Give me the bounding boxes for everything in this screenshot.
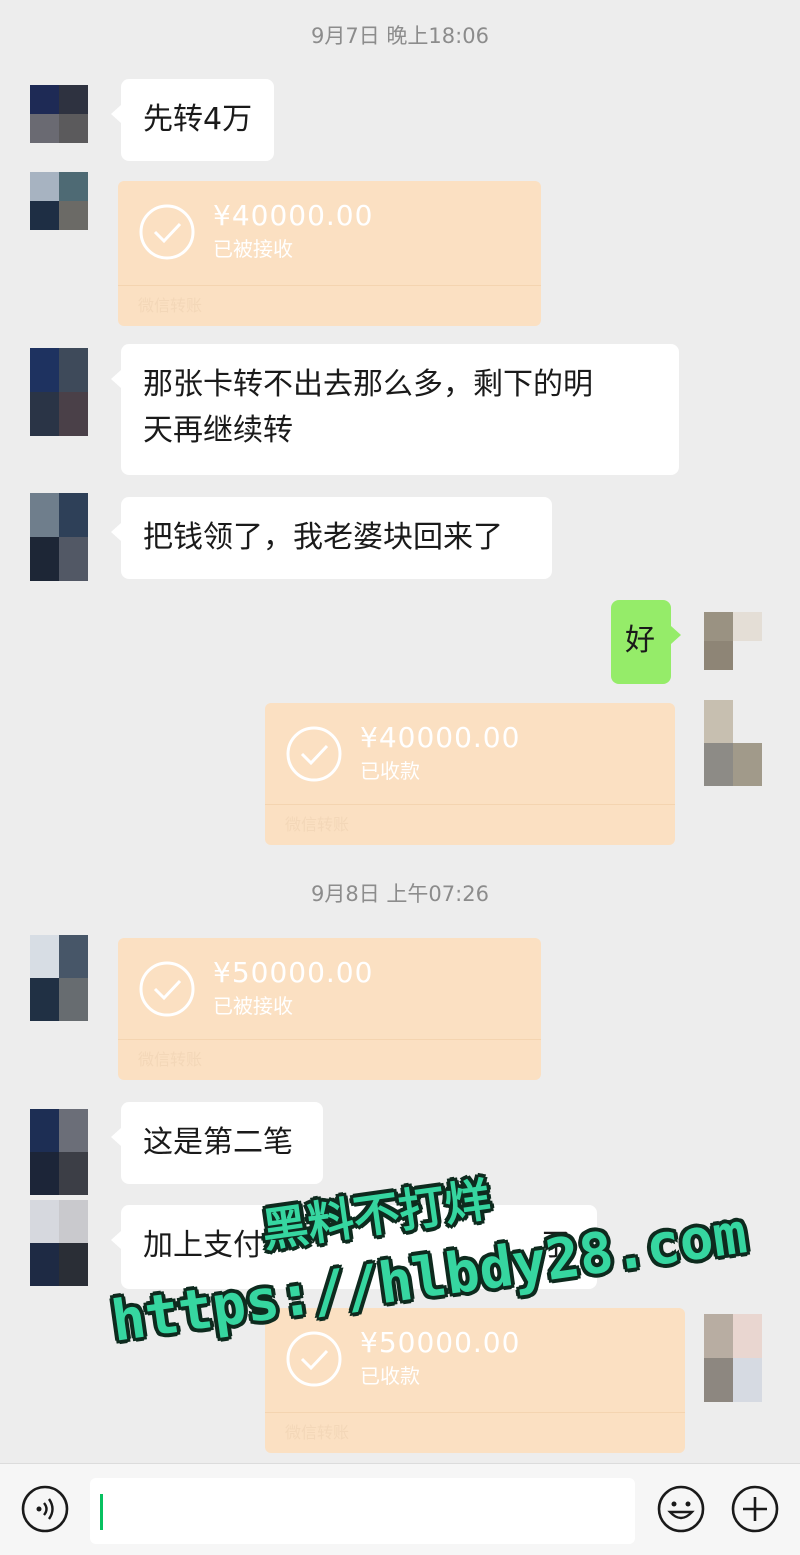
transfer-footer: 微信转账 [138, 1050, 203, 1069]
transfer-footer: 微信转账 [285, 815, 350, 834]
voice-icon[interactable] [20, 1484, 70, 1534]
text-cursor [100, 1494, 103, 1530]
transfer-card-outgoing[interactable]: ¥50000.00 已收款 微信转账 [265, 1308, 685, 1453]
message-bubble[interactable]: 把钱领了，我老婆块回来了 [111, 497, 552, 579]
transfer-amount: ¥40000.00 [360, 721, 521, 754]
message-input[interactable] [90, 1478, 635, 1544]
transfer-amount: ¥50000.00 [213, 956, 374, 989]
avatar[interactable] [30, 1109, 88, 1195]
transfer-amount: ¥50000.00 [360, 1326, 521, 1359]
avatar[interactable] [30, 493, 88, 581]
message-bubble[interactable]: 那张卡转不出去那么多，剩下的明 天再继续转 [111, 344, 679, 475]
message-text: 这是第二笔 [143, 1125, 293, 1160]
message-text: 加上支付 [143, 1228, 263, 1263]
transfer-status: 已被接收 [213, 237, 293, 261]
divider [118, 1039, 541, 1040]
message-text-line: 那张卡转不出去那么多，剩下的明 [143, 367, 593, 402]
avatar[interactable] [30, 935, 88, 1021]
message-text-line: 天再继续转 [143, 413, 293, 448]
check-circle-icon [286, 1331, 342, 1387]
avatar-self[interactable] [704, 700, 762, 786]
divider [118, 285, 541, 286]
avatar[interactable] [30, 348, 88, 436]
transfer-amount: ¥40000.00 [213, 199, 374, 232]
transfer-card-outgoing[interactable]: ¥40000.00 已收款 微信转账 [265, 703, 675, 845]
transfer-footer: 微信转账 [285, 1423, 350, 1442]
plus-icon[interactable] [730, 1484, 780, 1534]
chat-input-bar [0, 1463, 800, 1555]
message-bubble[interactable]: 先转4万 [110, 79, 275, 161]
message-text: 好 [625, 623, 655, 658]
transfer-status: 已被接收 [213, 994, 293, 1018]
message-bubble-outgoing[interactable]: 好 [611, 600, 681, 684]
transfer-status: 已收款 [360, 759, 420, 783]
transfer-footer: 微信转账 [138, 296, 203, 315]
message-bubble[interactable]: 这是第二笔 [111, 1102, 323, 1184]
transfer-card[interactable]: ¥50000.00 已被接收 微信转账 [118, 938, 541, 1080]
check-circle-icon [139, 204, 195, 260]
check-circle-icon [286, 726, 342, 782]
avatar[interactable] [30, 1200, 88, 1286]
message-text: 把钱领了，我老婆块回来了 [143, 520, 503, 555]
emoji-icon[interactable] [656, 1484, 706, 1534]
check-circle-icon [139, 961, 195, 1017]
divider [265, 804, 675, 805]
divider [265, 1412, 685, 1413]
avatar[interactable] [30, 172, 88, 230]
avatar-self[interactable] [704, 1314, 762, 1402]
avatar-self[interactable] [704, 612, 762, 670]
timestamp: 9月8日 上午07:26 [311, 882, 489, 906]
transfer-status: 已收款 [360, 1364, 420, 1388]
avatar[interactable] [30, 85, 88, 143]
transfer-card[interactable]: ¥40000.00 已被接收 微信转账 [118, 181, 541, 326]
message-text: 先转4万 [143, 102, 253, 137]
timestamp: 9月7日 晚上18:06 [311, 24, 489, 48]
